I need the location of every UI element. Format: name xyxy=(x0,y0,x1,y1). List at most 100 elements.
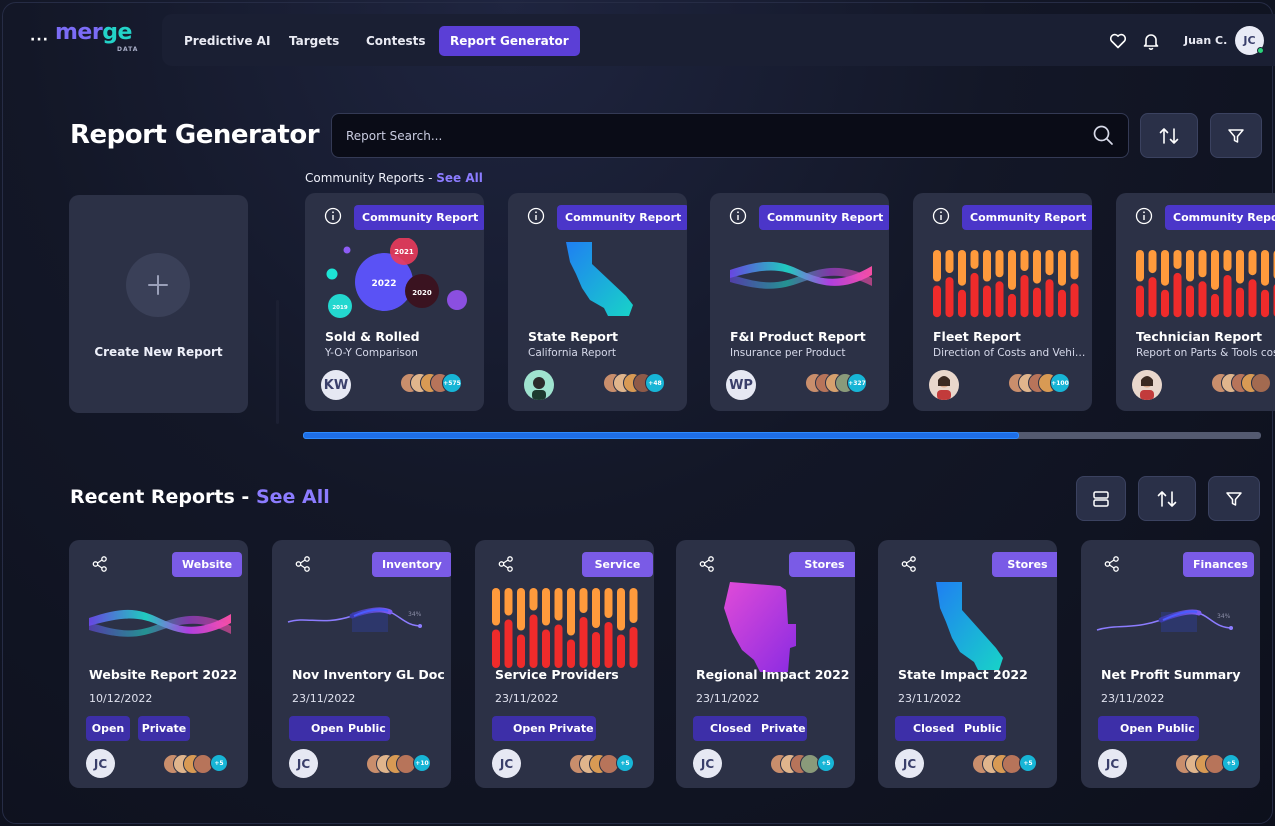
status-label[interactable]: Open xyxy=(311,716,344,741)
bar-bottom xyxy=(995,281,1004,318)
bar-bottom xyxy=(1186,285,1194,318)
search-icon[interactable] xyxy=(1092,124,1114,146)
filter-icon xyxy=(1228,128,1244,143)
card-title: Sold & Rolled xyxy=(325,329,420,344)
report-search-input[interactable] xyxy=(346,126,1046,146)
menu-dots-icon[interactable]: ··· xyxy=(30,32,49,48)
owner-avatar[interactable] xyxy=(1132,370,1162,400)
status-visibility-group[interactable]: Open Private xyxy=(492,716,596,741)
community-see-all-link[interactable]: See All xyxy=(436,171,483,185)
community-card-technician[interactable]: Community Report Technician Report Repor… xyxy=(1116,193,1275,411)
create-new-report-card[interactable]: Create New Report xyxy=(69,195,248,413)
status-visibility-group[interactable]: Closed Private xyxy=(693,716,807,741)
card-subtitle: Report on Parts & Tools cost xyxy=(1136,347,1275,359)
community-card-sold-rolled[interactable]: Community Report 2022 2021 2020 2019 Sol… xyxy=(305,193,484,411)
bar-bottom xyxy=(970,272,979,318)
bar-top xyxy=(1198,250,1207,278)
nav-report-generator[interactable]: Report Generator xyxy=(439,26,580,56)
status-label[interactable]: Open xyxy=(513,716,546,741)
card-title: State Impact 2022 xyxy=(898,667,1028,682)
share-icon[interactable] xyxy=(698,555,716,573)
bar-bottom xyxy=(579,617,588,668)
visibility-label[interactable]: Public xyxy=(348,716,386,741)
recent-see-all-link[interactable]: See All xyxy=(256,486,330,508)
bar-bottom xyxy=(1008,293,1016,318)
wave-label: 34% xyxy=(408,611,422,618)
wave-chart: 34% xyxy=(1096,609,1234,632)
recent-card-regional-impact[interactable]: Stores Regional Impact 2022 23/11/2022 C… xyxy=(676,540,855,788)
status-visibility-group[interactable]: Open Public xyxy=(289,716,390,741)
owner-avatar[interactable]: JC xyxy=(1098,749,1127,778)
info-icon[interactable] xyxy=(527,207,545,225)
recent-card-service[interactable]: Service Service Providers 23/11/2022 Ope… xyxy=(475,540,654,788)
bell-icon[interactable] xyxy=(1141,31,1161,51)
bar-bottom xyxy=(983,285,991,318)
status-label[interactable]: Closed xyxy=(710,716,751,741)
owner-avatar[interactable]: JC xyxy=(289,749,318,778)
visibility-label[interactable]: Private xyxy=(761,716,806,741)
info-icon[interactable] xyxy=(1135,207,1153,225)
visibility-private-button[interactable]: Private xyxy=(138,716,190,741)
status-label[interactable]: Open xyxy=(1120,716,1153,741)
nav-targets[interactable]: Targets xyxy=(278,26,350,56)
layout-toggle-button[interactable] xyxy=(1076,476,1126,521)
community-card-fi-product[interactable]: Community Report F&I Product Report Insu… xyxy=(710,193,889,411)
share-icon[interactable] xyxy=(900,555,918,573)
ribbon-chart xyxy=(89,609,231,637)
owner-avatar[interactable]: JC xyxy=(86,749,115,778)
bar-top xyxy=(492,588,500,626)
community-report-badge: Community Report xyxy=(759,205,889,230)
carousel-scrollbar-thumb[interactable] xyxy=(303,432,1019,439)
bar-top xyxy=(1148,250,1157,274)
share-icon[interactable] xyxy=(1103,555,1121,573)
sort-button[interactable] xyxy=(1140,113,1198,158)
owner-avatar[interactable]: JC xyxy=(693,749,722,778)
community-card-state-report[interactable]: Community Report State Report California… xyxy=(508,193,687,411)
recent-sort-button[interactable] xyxy=(1138,476,1196,521)
recent-filter-button[interactable] xyxy=(1208,476,1260,521)
recent-card-inventory[interactable]: Inventory 34% Nov Inventory GL Doc 23/11… xyxy=(272,540,451,788)
category-badge: Stores xyxy=(992,552,1057,577)
info-icon[interactable] xyxy=(729,207,747,225)
heart-icon[interactable] xyxy=(1108,31,1128,51)
card-subtitle: Direction of Costs and Vehicles xyxy=(933,347,1088,359)
community-card-fleet[interactable]: Community Report Fleet Report Direction … xyxy=(913,193,1092,411)
bar-bottom xyxy=(1045,279,1054,318)
recent-card-website[interactable]: Website Website Report 2022 10/12/2022 O… xyxy=(69,540,248,788)
nav-predictive-ai[interactable]: Predictive AI xyxy=(173,26,281,56)
card-date: 23/11/2022 xyxy=(292,692,356,705)
filter-button[interactable] xyxy=(1210,113,1262,158)
recent-card-net-profit[interactable]: Finances 34% Net Profit Summary 23/11/20… xyxy=(1081,540,1260,788)
community-report-badge: Community Report xyxy=(962,205,1092,230)
status-visibility-group[interactable]: Closed Public xyxy=(895,716,1006,741)
owner-avatar[interactable]: KW xyxy=(321,370,351,400)
owner-avatar[interactable]: JC xyxy=(895,749,924,778)
share-icon[interactable] xyxy=(91,555,109,573)
user-name[interactable]: Juan C. xyxy=(1184,34,1227,47)
recent-card-state-impact[interactable]: Stores State Impact 2022 23/11/2022 Clos… xyxy=(878,540,1057,788)
owner-avatar[interactable] xyxy=(929,370,959,400)
owner-avatar[interactable]: WP xyxy=(726,370,756,400)
visibility-label[interactable]: Public xyxy=(964,716,1002,741)
visibility-label[interactable]: Public xyxy=(1157,716,1195,741)
card-title: Service Providers xyxy=(495,667,619,682)
status-label[interactable]: Closed xyxy=(913,716,954,741)
merge-logo[interactable]: merge DATA xyxy=(55,20,137,53)
owner-avatar[interactable]: JC xyxy=(492,749,521,778)
bar-bottom xyxy=(517,634,525,668)
report-search-box[interactable] xyxy=(331,113,1129,158)
status-visibility-group[interactable]: Open Public xyxy=(1098,716,1199,741)
status-open-button[interactable]: Open xyxy=(86,716,130,741)
plus-icon[interactable] xyxy=(126,253,190,317)
info-icon[interactable] xyxy=(932,207,950,225)
owner-avatar[interactable] xyxy=(524,370,554,400)
nav-contests[interactable]: Contests xyxy=(355,26,437,56)
bar-bottom xyxy=(604,622,613,668)
bar-chart xyxy=(492,588,638,668)
visibility-label[interactable]: Private xyxy=(549,716,594,741)
share-icon[interactable] xyxy=(294,555,312,573)
contributors-count: +100 xyxy=(1050,373,1070,393)
bar-top xyxy=(592,588,600,628)
share-icon[interactable] xyxy=(497,555,515,573)
info-icon[interactable] xyxy=(324,207,342,225)
